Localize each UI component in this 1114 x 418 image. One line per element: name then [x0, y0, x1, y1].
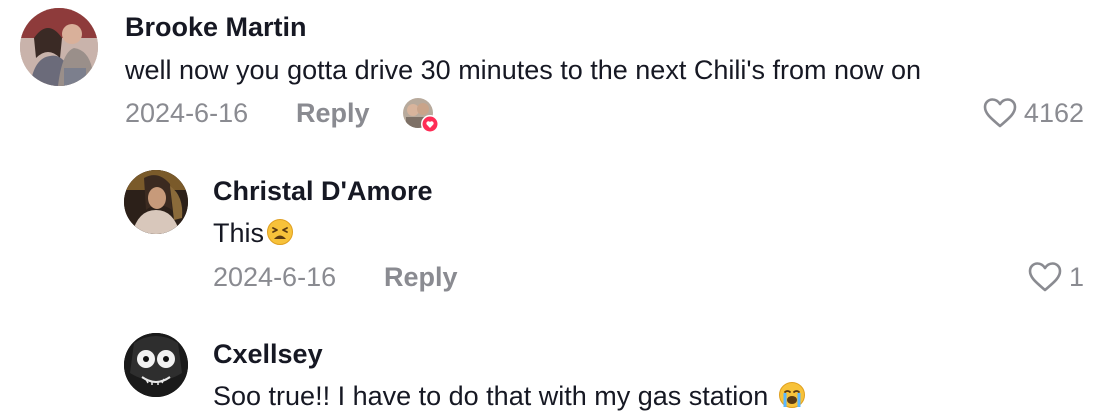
like-button[interactable]: 4162	[982, 97, 1084, 129]
reply-item: Cxellsey Soo true!! I have to do that wi…	[0, 325, 1114, 418]
comment-username[interactable]: Brooke Martin	[125, 12, 307, 43]
comment-text: well now you gotta drive 30 minutes to t…	[125, 55, 922, 85]
comment-date: 2024-6-16	[213, 262, 337, 292]
creator-liked-avatar-with-heart-icon	[402, 97, 439, 133]
like-count: 1	[1068, 261, 1084, 292]
avatar[interactable]	[124, 333, 188, 397]
comment-username[interactable]: Christal D'Amore	[213, 176, 432, 207]
comment-text: This	[213, 218, 294, 253]
comment-item: Brooke Martin well now you gotta drive 3…	[0, 0, 1114, 140]
avatar[interactable]	[124, 170, 188, 234]
comment-text: Soo true!! I have to do that with my gas…	[213, 381, 806, 416]
avatar[interactable]	[20, 8, 98, 86]
comment-date: 2024-6-16	[125, 98, 249, 128]
comment-username[interactable]: Cxellsey	[213, 339, 323, 370]
heart-outline-icon	[1028, 262, 1062, 292]
like-button[interactable]: 1	[1027, 261, 1084, 293]
comment-text-content: Soo true!! I have to do that with my gas…	[213, 381, 769, 411]
like-count: 4162	[1023, 97, 1084, 128]
weary-face-emoji-icon	[266, 218, 294, 253]
loudly-crying-face-emoji-icon	[778, 381, 806, 416]
comment-text-content: This	[213, 218, 265, 248]
reply-button[interactable]: Reply	[384, 262, 458, 293]
reply-button[interactable]: Reply	[296, 98, 370, 129]
heart-outline-icon	[983, 98, 1017, 128]
reply-item: Christal D'Amore This 2024-6-16 Reply 1	[0, 160, 1114, 310]
